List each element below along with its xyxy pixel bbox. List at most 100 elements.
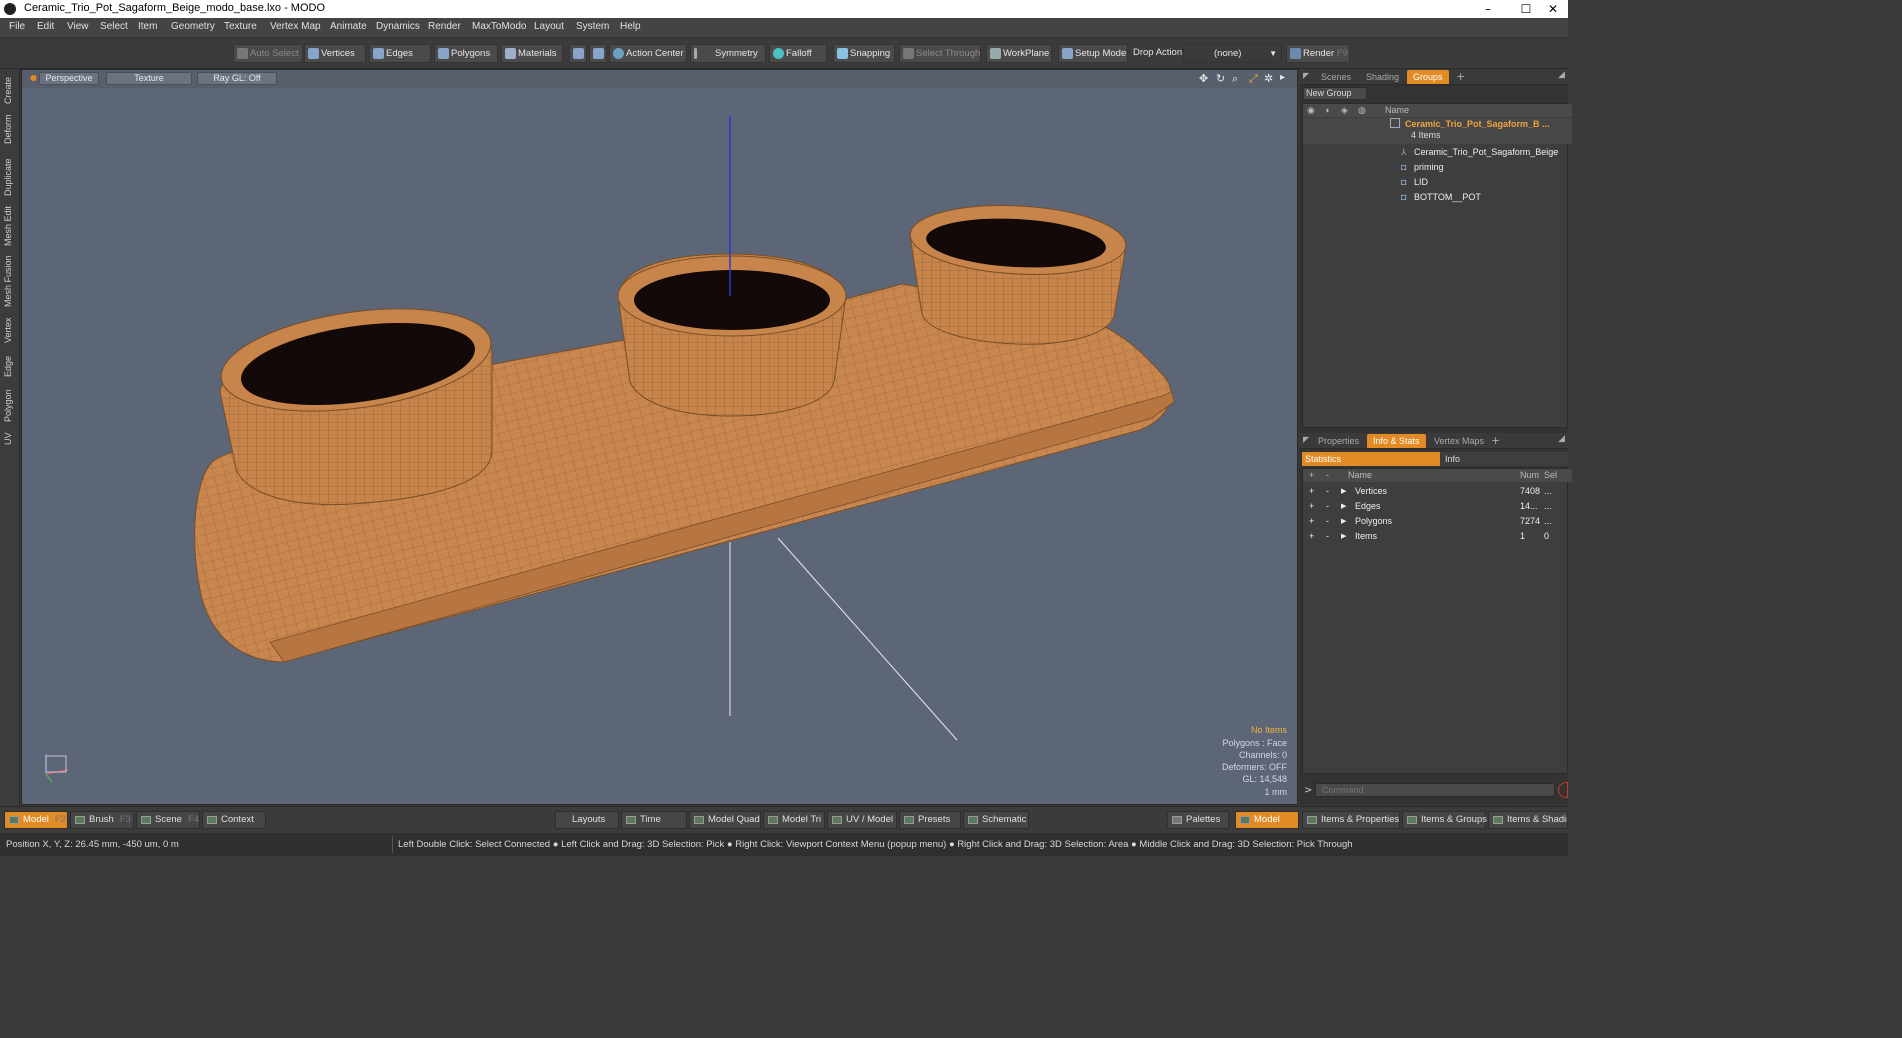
- group-item-row[interactable]: ◘ BOTTOM__POT: [1303, 190, 1572, 205]
- collapse-all-icon[interactable]: -: [1326, 469, 1329, 482]
- items-groups-button[interactable]: Items & Groups: [1402, 811, 1487, 829]
- chevron-right-icon[interactable]: ▸: [1280, 72, 1285, 83]
- tab-polygon[interactable]: Polygon: [3, 387, 17, 425]
- add-icon[interactable]: +: [1309, 514, 1314, 529]
- expand-arrow-icon[interactable]: ▶: [1341, 484, 1346, 499]
- tab-scenes[interactable]: Scenes: [1315, 70, 1357, 84]
- panel-menu-icon[interactable]: ◤: [1303, 435, 1309, 444]
- 3d-viewport[interactable]: ● Perspective Texture Ray GL: Off ✥ ↻ ⌕ …: [21, 69, 1298, 805]
- fit-icon[interactable]: ⤢: [1249, 72, 1258, 86]
- palettes-button[interactable]: Palettes: [1167, 811, 1229, 829]
- scene-mode-button[interactable]: Scene F4: [136, 811, 200, 829]
- model-mode-button[interactable]: Model F2: [4, 811, 68, 829]
- tab-mesh-fusion[interactable]: Mesh Fusion: [3, 254, 17, 308]
- tab-vertex-maps[interactable]: Vertex Maps: [1428, 434, 1490, 448]
- menu-file[interactable]: File: [9, 21, 25, 32]
- remove-icon[interactable]: -: [1326, 499, 1329, 514]
- selection-mode-2-button[interactable]: [589, 44, 607, 63]
- group-item-row[interactable]: ◘ LID: [1303, 175, 1572, 190]
- menu-system[interactable]: System: [576, 21, 609, 32]
- tab-edge[interactable]: Edge: [3, 353, 17, 379]
- select-through-button[interactable]: Select Through: [899, 44, 981, 63]
- zoom-icon[interactable]: ⌕: [1232, 72, 1238, 86]
- eye-icon[interactable]: ◉: [1307, 104, 1315, 117]
- menu-item[interactable]: Item: [138, 21, 157, 32]
- model-quad-button[interactable]: Model Quad: [689, 811, 761, 829]
- menu-view[interactable]: View: [67, 21, 89, 32]
- tab-mesh-edit[interactable]: Mesh Edit: [3, 204, 17, 248]
- menu-edit[interactable]: Edit: [37, 21, 54, 32]
- menu-dynamics[interactable]: Dynamics: [376, 21, 420, 32]
- workplane-button[interactable]: WorkPlane: [986, 44, 1052, 63]
- tab-properties[interactable]: Properties: [1312, 434, 1365, 448]
- add-icon[interactable]: +: [1309, 529, 1314, 544]
- render-toggle-icon[interactable]: ◑: [1324, 104, 1329, 117]
- tab-duplicate[interactable]: Duplicate: [3, 155, 17, 199]
- falloff-button[interactable]: Falloff: [769, 44, 827, 63]
- model-tri-button[interactable]: Model Tri: [763, 811, 825, 829]
- table-row[interactable]: + - ▶ Vertices 7408 ...: [1303, 484, 1572, 499]
- snapping-button[interactable]: Snapping: [833, 44, 895, 63]
- tab-statistics[interactable]: Statistics: [1302, 452, 1440, 466]
- context-button[interactable]: Context: [202, 811, 266, 829]
- add-tab-icon[interactable]: +: [1456, 70, 1465, 83]
- group-item-row[interactable]: ⅄ Ceramic_Trio_Pot_Sagaform_Beige: [1303, 145, 1572, 160]
- tab-uv[interactable]: UV: [3, 431, 17, 447]
- orientation-gizmo-icon[interactable]: [45, 754, 69, 783]
- render-button[interactable]: Render F9: [1286, 44, 1350, 63]
- schematic-button[interactable]: Schematic: [963, 811, 1029, 829]
- table-row[interactable]: + - ▶ Polygons 7274 ...: [1303, 514, 1572, 529]
- remove-icon[interactable]: -: [1326, 484, 1329, 499]
- brush-mode-button[interactable]: Brush F3: [70, 811, 134, 829]
- expand-panel-icon[interactable]: ◢: [1558, 70, 1565, 80]
- tab-info[interactable]: Info: [1440, 452, 1568, 466]
- tab-deform[interactable]: Deform: [3, 112, 17, 146]
- menu-maxtomodo[interactable]: MaxToModo: [472, 21, 526, 32]
- menu-animate[interactable]: Animate: [330, 21, 367, 32]
- expand-arrow-icon[interactable]: ▶: [1341, 529, 1346, 544]
- tab-groups[interactable]: Groups: [1407, 70, 1449, 84]
- lock-icon[interactable]: ◈: [1341, 104, 1348, 117]
- symmetry-button[interactable]: Symmetry: [690, 44, 766, 63]
- vertices-button[interactable]: Vertices: [304, 44, 366, 63]
- polygons-button[interactable]: Polygons: [434, 44, 498, 63]
- trio-pot-model[interactable]: [194, 200, 1175, 663]
- viewport-menu-icon[interactable]: ●: [30, 73, 37, 82]
- expand-arrow-icon[interactable]: ▶: [1341, 514, 1346, 529]
- group-root-row[interactable]: Ceramic_Trio_Pot_Sagaform_B ... 4 Items: [1303, 118, 1572, 144]
- setup-mode-button[interactable]: Setup Mode: [1058, 44, 1128, 63]
- command-history-icon[interactable]: [1558, 782, 1568, 798]
- menu-layout[interactable]: Layout: [534, 21, 564, 32]
- viewport-scene[interactable]: [22, 70, 1298, 805]
- menu-select[interactable]: Select: [100, 21, 128, 32]
- presets-button[interactable]: Presets: [899, 811, 961, 829]
- remove-icon[interactable]: -: [1326, 514, 1329, 529]
- action-center-button[interactable]: Action Center: [609, 44, 687, 63]
- layouts-button[interactable]: Layouts: [555, 811, 619, 829]
- menu-render[interactable]: Render: [428, 21, 461, 32]
- group-item-row[interactable]: ◘ priming: [1303, 160, 1572, 175]
- command-input[interactable]: [1315, 783, 1555, 797]
- shading-mode-button[interactable]: Texture: [106, 72, 192, 85]
- panel-menu-icon[interactable]: ◤: [1303, 71, 1309, 80]
- expand-arrow-icon[interactable]: ▶: [1341, 499, 1346, 514]
- drop-action-select[interactable]: (none) ▼: [1183, 44, 1282, 63]
- menu-texture[interactable]: Texture: [224, 21, 257, 32]
- gear-icon[interactable]: ✲: [1264, 72, 1273, 85]
- add-tab-icon[interactable]: +: [1491, 434, 1500, 447]
- expand-all-icon[interactable]: +: [1309, 469, 1314, 482]
- tab-shading[interactable]: Shading: [1360, 70, 1405, 84]
- add-icon[interactable]: +: [1309, 484, 1314, 499]
- add-icon[interactable]: +: [1309, 499, 1314, 514]
- model-layout-button[interactable]: Model: [1235, 811, 1299, 829]
- view-type-button[interactable]: Perspective: [39, 72, 99, 85]
- expand-panel-icon[interactable]: ◢: [1558, 434, 1565, 444]
- time-button[interactable]: Time: [621, 811, 687, 829]
- tab-vertex[interactable]: Vertex: [3, 315, 17, 345]
- rotate-icon[interactable]: ↻: [1216, 72, 1225, 85]
- select-icon[interactable]: ◍: [1358, 104, 1366, 117]
- table-row[interactable]: + - ▶ Items 1 0: [1303, 529, 1572, 544]
- minimize-button[interactable]: –: [1468, 0, 1508, 18]
- materials-button[interactable]: Materials: [501, 44, 563, 63]
- menu-help[interactable]: Help: [620, 21, 641, 32]
